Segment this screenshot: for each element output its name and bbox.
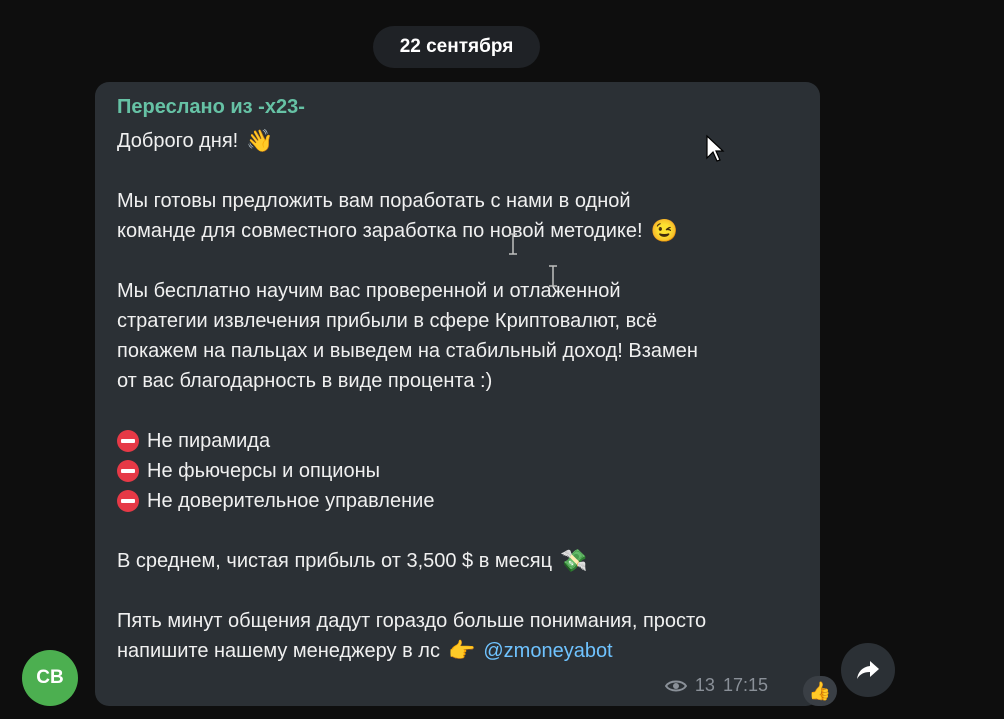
bullet-item: Не доверительное управление <box>117 486 807 516</box>
message-meta: 13 17:15 <box>664 675 802 696</box>
message-line-text: команде для совместного заработка по нов… <box>117 220 643 242</box>
message-line-text: В среднем, чистая прибыль от 3,500 $ в м… <box>117 550 553 572</box>
avatar[interactable]: CB <box>22 650 78 706</box>
eye-icon <box>664 680 687 691</box>
message-line: Мы готовы предложить вам поработать с на… <box>117 190 631 212</box>
bullet-text: Не фьючерсы и опционы <box>147 460 381 482</box>
no-entry-icon <box>117 460 139 482</box>
forwarded-from-label[interactable]: Переслано из -x23- <box>117 96 305 119</box>
message-text: Доброго дня! 👋 Мы готовы предложить вам … <box>117 126 807 666</box>
message-line-text: напишите нашему менеджеру в лс <box>117 640 440 662</box>
cursor-arrow-icon <box>706 134 725 162</box>
text-cursor-icon <box>509 233 517 255</box>
wave-emoji: 👋 <box>246 128 274 153</box>
message-line: покажем на пальцах и выведем на стабильн… <box>117 340 698 362</box>
wink-emoji: 😉 <box>650 218 678 243</box>
bullet-item: Не пирамида <box>117 426 807 456</box>
greeting-text: Доброго дня! <box>117 130 239 152</box>
message-bubble[interactable]: Переслано из -x23- Доброго дня! 👋 Мы гот… <box>95 82 820 706</box>
reaction-thumbs-up[interactable]: 👍 <box>803 676 837 706</box>
message-line: напишите нашему менеджеру в лс 👉 @zmoney… <box>117 636 807 666</box>
message-line: Мы бесплатно научим вас проверенной и от… <box>117 280 621 302</box>
message-line: стратегии извлечения прибыли в сфере Кри… <box>117 310 658 332</box>
bullet-text: Не пирамида <box>147 430 271 452</box>
message-line: Пять минут общения дадут гораздо больше … <box>117 610 707 632</box>
bullet-text: Не доверительное управление <box>147 490 435 512</box>
message-line: Доброго дня! 👋 <box>117 126 807 156</box>
mention-link[interactable]: @zmoneyabot <box>483 636 612 666</box>
message-line: команде для совместного заработка по нов… <box>117 216 807 246</box>
money-emoji: 💸 <box>560 548 588 573</box>
view-count: 13 <box>694 675 715 695</box>
share-button[interactable] <box>841 643 895 697</box>
message-time: 17:15 <box>722 675 768 695</box>
share-icon <box>857 661 879 679</box>
pointing-emoji: 👉 <box>447 638 476 663</box>
message-line: от вас благодарность в виде процента :) <box>117 370 493 392</box>
message-line: В среднем, чистая прибыль от 3,500 $ в м… <box>117 546 807 576</box>
bullet-item: Не фьючерсы и опционы <box>117 456 807 486</box>
no-entry-icon <box>117 430 139 452</box>
no-entry-icon <box>117 490 139 512</box>
text-cursor-icon <box>549 265 557 287</box>
date-separator: 22 сентября <box>373 26 540 68</box>
chat-area: 22 сентября Переслано из -x23- Доброго д… <box>0 0 1004 719</box>
